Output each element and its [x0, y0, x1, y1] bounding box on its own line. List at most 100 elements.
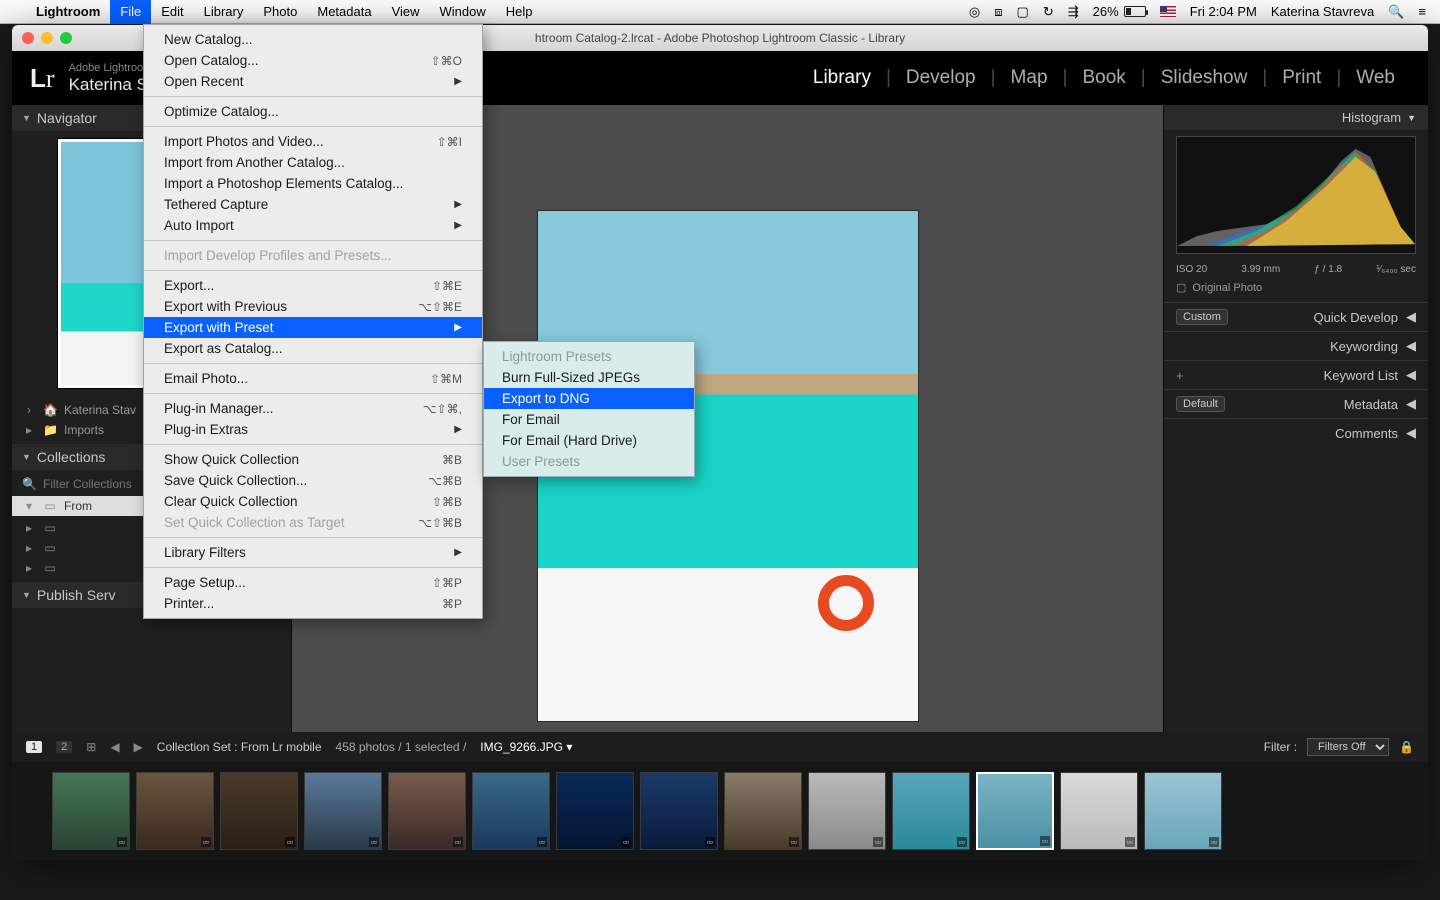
timemachine-icon[interactable]: ↻ [1043, 4, 1054, 20]
original-photo-toggle[interactable]: ▢Original Photo [1164, 277, 1428, 302]
filter-lock-icon[interactable]: 🔒 [1399, 740, 1414, 754]
clock[interactable]: Fri 2:04 PM [1190, 4, 1257, 19]
chevron-icon: ▸ [22, 423, 36, 437]
input-source-icon[interactable] [1160, 6, 1176, 17]
chevron-icon: › [22, 403, 36, 417]
metadata-preset-select[interactable]: Default [1176, 396, 1225, 412]
notification-center-icon[interactable]: ≡ [1418, 4, 1426, 19]
filmstrip-thumbnail[interactable]: ▫▫ [724, 772, 802, 850]
file-menu[interactable]: File [110, 0, 151, 24]
checkbox-icon: ▢ [1176, 281, 1186, 294]
filmstrip[interactable]: ▫▫ ▫▫ ▫▫ ▫▫ ▫▫ ▫▫ ▫▫ ▫▫ ▫▫ ▫▫ ▫▫ ▫▫ ▫▫ ▫… [12, 762, 1428, 860]
submenu-for-email[interactable]: For Email [484, 409, 694, 430]
filmstrip-thumbnail[interactable]: ▫▫ [1144, 772, 1222, 850]
window-menu[interactable]: Window [430, 0, 496, 24]
menu-plugin-manager[interactable]: Plug-in Manager...⌥⇧⌘, [144, 398, 482, 419]
submenu-arrow-icon: ▶ [454, 199, 462, 210]
submenu-export-to-dng[interactable]: Export to DNG [484, 388, 694, 409]
folder-icon: 📁 [43, 423, 57, 437]
filmstrip-thumbnail[interactable]: ▫▫ [388, 772, 466, 850]
quickdev-preset-select[interactable]: Custom [1176, 309, 1228, 325]
menu-open-recent[interactable]: Open Recent▶ [144, 71, 482, 92]
menu-import-another-catalog[interactable]: Import from Another Catalog... [144, 152, 482, 173]
filter-select[interactable]: Filters Off [1307, 738, 1389, 756]
menu-export[interactable]: Export...⇧⌘E [144, 275, 482, 296]
module-book[interactable]: Book [1067, 67, 1140, 89]
module-library[interactable]: Library [798, 67, 886, 89]
menu-email-photo[interactable]: Email Photo...⇧⌘M [144, 368, 482, 389]
module-web[interactable]: Web [1341, 67, 1410, 89]
menu-printer[interactable]: Printer...⌘P [144, 593, 482, 614]
creative-cloud-icon[interactable]: ◎ [969, 4, 980, 20]
module-print[interactable]: Print [1267, 67, 1336, 89]
keyword-list-header[interactable]: +Keyword List◀ [1164, 360, 1428, 389]
menu-import-pse-catalog[interactable]: Import a Photoshop Elements Catalog... [144, 173, 482, 194]
quick-develop-header[interactable]: CustomQuick Develop◀ [1164, 302, 1428, 331]
menu-optimize-catalog[interactable]: Optimize Catalog... [144, 101, 482, 122]
menu-show-quick-collection[interactable]: Show Quick Collection⌘B [144, 449, 482, 470]
comments-header[interactable]: Comments◀ [1164, 418, 1428, 447]
nav-forward-button[interactable]: ▶ [134, 740, 143, 754]
module-map[interactable]: Map [996, 67, 1063, 89]
secondary-display-badge[interactable]: 2 [56, 741, 72, 753]
dropbox-icon[interactable]: ⧈ [994, 4, 1002, 20]
metadata-menu[interactable]: Metadata [307, 0, 381, 24]
filmstrip-thumbnail[interactable]: ▫▫ [1060, 772, 1138, 850]
airplay-icon[interactable]: ▢ [1017, 4, 1029, 20]
menu-library-filters[interactable]: Library Filters▶ [144, 542, 482, 563]
grid-icon[interactable]: ⊞ [86, 740, 96, 754]
filmstrip-thumbnail[interactable]: ▫▫ [892, 772, 970, 850]
edit-menu[interactable]: Edit [151, 0, 193, 24]
filmstrip-thumbnail[interactable]: ▫▫ [136, 772, 214, 850]
menu-clear-quick-collection[interactable]: Clear Quick Collection⇧⌘B [144, 491, 482, 512]
histogram-header[interactable]: Histogram▼ [1164, 105, 1428, 130]
search-icon: 🔍 [22, 477, 36, 491]
filmstrip-thumbnail[interactable]: ▫▫ [52, 772, 130, 850]
menu-save-quick-collection[interactable]: Save Quick Collection...⌥⌘B [144, 470, 482, 491]
app-menu[interactable]: Lightroom [26, 0, 110, 24]
submenu-for-email-hard-drive[interactable]: For Email (Hard Drive) [484, 430, 694, 451]
library-menu[interactable]: Library [194, 0, 254, 24]
metadata-header[interactable]: DefaultMetadata◀ [1164, 389, 1428, 418]
filmstrip-thumbnail[interactable]: ▫▫ [808, 772, 886, 850]
nav-back-button[interactable]: ◀ [110, 740, 119, 754]
menu-plugin-extras[interactable]: Plug-in Extras▶ [144, 419, 482, 440]
view-menu[interactable]: View [382, 0, 430, 24]
lr-logo: Lr [12, 63, 69, 94]
histogram[interactable] [1176, 136, 1416, 254]
main-display-badge[interactable]: 1 [26, 741, 42, 753]
menu-export-previous[interactable]: Export with Previous⌥⇧⌘E [144, 296, 482, 317]
photo-menu[interactable]: Photo [253, 0, 307, 24]
selected-filename[interactable]: IMG_9266.JPG ▾ [480, 740, 572, 754]
plus-icon[interactable]: + [1176, 368, 1184, 383]
filmstrip-thumbnail[interactable]: ▫▫ [220, 772, 298, 850]
wifi-icon[interactable]: ⇶ [1068, 4, 1079, 20]
user-menu[interactable]: Katerina Stavreva [1271, 4, 1374, 19]
menu-export-as-catalog[interactable]: Export as Catalog... [144, 338, 482, 359]
menu-tethered-capture[interactable]: Tethered Capture▶ [144, 194, 482, 215]
filmstrip-thumbnail[interactable]: ▫▫ [472, 772, 550, 850]
menu-auto-import[interactable]: Auto Import▶ [144, 215, 482, 236]
chevron-left-icon: ◀ [1406, 367, 1416, 383]
menu-new-catalog[interactable]: New Catalog... [144, 29, 482, 50]
module-develop[interactable]: Develop [891, 67, 991, 89]
minimize-window-button[interactable] [41, 32, 53, 44]
zoom-window-button[interactable] [60, 32, 72, 44]
filmstrip-infobar: 1 2 ⊞ ◀ ▶ Collection Set : From Lr mobil… [12, 732, 1428, 762]
keywording-header[interactable]: Keywording◀ [1164, 331, 1428, 360]
menu-export-with-preset[interactable]: Export with Preset▶ [144, 317, 482, 338]
menu-page-setup[interactable]: Page Setup...⇧⌘P [144, 572, 482, 593]
battery-status[interactable]: 26% [1093, 4, 1146, 19]
module-slideshow[interactable]: Slideshow [1146, 67, 1263, 89]
menu-import-photos[interactable]: Import Photos and Video...⇧⌘I [144, 131, 482, 152]
filmstrip-thumbnail[interactable]: ▫▫ [640, 772, 718, 850]
submenu-burn-jpegs[interactable]: Burn Full-Sized JPEGs [484, 367, 694, 388]
close-window-button[interactable] [22, 32, 34, 44]
help-menu[interactable]: Help [496, 0, 543, 24]
spotlight-icon[interactable]: 🔍 [1388, 4, 1404, 20]
filmstrip-thumbnail-selected[interactable]: ▫▫ [976, 772, 1054, 850]
menu-open-catalog[interactable]: Open Catalog...⇧⌘O [144, 50, 482, 71]
filmstrip-thumbnail[interactable]: ▫▫ [556, 772, 634, 850]
source-path[interactable]: Collection Set : From Lr mobile [157, 740, 322, 754]
filmstrip-thumbnail[interactable]: ▫▫ [304, 772, 382, 850]
